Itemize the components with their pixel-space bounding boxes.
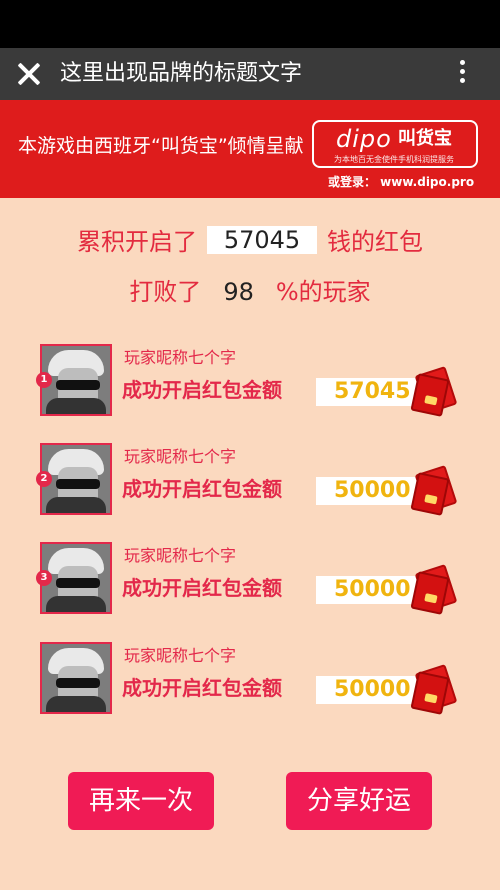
beat-percent-value: 98 [223,278,254,306]
red-envelope-icon [410,366,458,417]
brand-logo-button[interactable]: dipo 叫货宝 为本地百无金使件手机科润提服务 [312,120,478,168]
total-opened-stat: 累积开启了 57045 钱的红包 [0,224,500,260]
red-envelope-icon [410,564,458,615]
page-title: 这里出现品牌的标题文字 [60,61,303,86]
leaderboard-row: 2 玩家昵称七个字 成功开启红包金额 50000 [36,443,480,516]
close-icon[interactable] [16,61,42,87]
red-envelope-icon [410,664,458,715]
avatar [40,642,112,714]
login-link[interactable]: 或登录： www.dipo.pro [328,174,474,190]
share-button[interactable]: 分享好运 [286,772,432,830]
beat-prefix: 打败了 [129,278,202,306]
amount-label: 成功开启红包金额 [122,576,282,600]
leaderboard-row: 玩家昵称七个字 成功开启红包金额 50000 [40,642,480,715]
rank-badge: 2 [36,471,52,487]
amount-label: 成功开启红包金额 [122,477,282,501]
brand-logo-cn: 叫货宝 [398,128,452,149]
player-nickname: 玩家昵称七个字 [124,348,237,367]
beat-percent-stat: 打败了 98 %的玩家 [0,274,500,310]
play-again-button[interactable]: 再来一次 [68,772,214,830]
rank-badge: 3 [36,570,52,586]
amount-label: 成功开启红包金额 [122,378,282,402]
rank-badge: 1 [36,372,52,388]
beat-suffix: %的玩家 [275,278,371,306]
title-bar: 这里出现品牌的标题文字 [0,48,500,100]
sponsor-text: 本游戏由西班牙“叫货宝”倾情呈献 [18,135,304,157]
total-suffix: 钱的红包 [327,228,423,256]
brand-tagline: 为本地百无金使件手机科润提服务 [334,155,454,164]
red-envelope-icon [410,465,458,516]
player-nickname: 玩家昵称七个字 [124,447,237,466]
amount-label: 成功开启红包金额 [122,676,282,700]
status-bar [0,0,500,48]
sponsor-banner: 本游戏由西班牙“叫货宝”倾情呈献 dipo 叫货宝 为本地百无金使件手机科润提服… [0,100,500,198]
brand-logo-text: dipo [336,125,392,153]
total-prefix: 累积开启了 [77,228,197,256]
leaderboard-row: 1 玩家昵称七个字 成功开启红包金额 57045 [36,344,480,417]
player-nickname: 玩家昵称七个字 [124,646,237,665]
more-menu-icon[interactable] [454,60,470,88]
leaderboard-row: 3 玩家昵称七个字 成功开启红包金额 50000 [36,542,480,615]
player-nickname: 玩家昵称七个字 [124,546,237,565]
total-value: 57045 [207,226,317,254]
